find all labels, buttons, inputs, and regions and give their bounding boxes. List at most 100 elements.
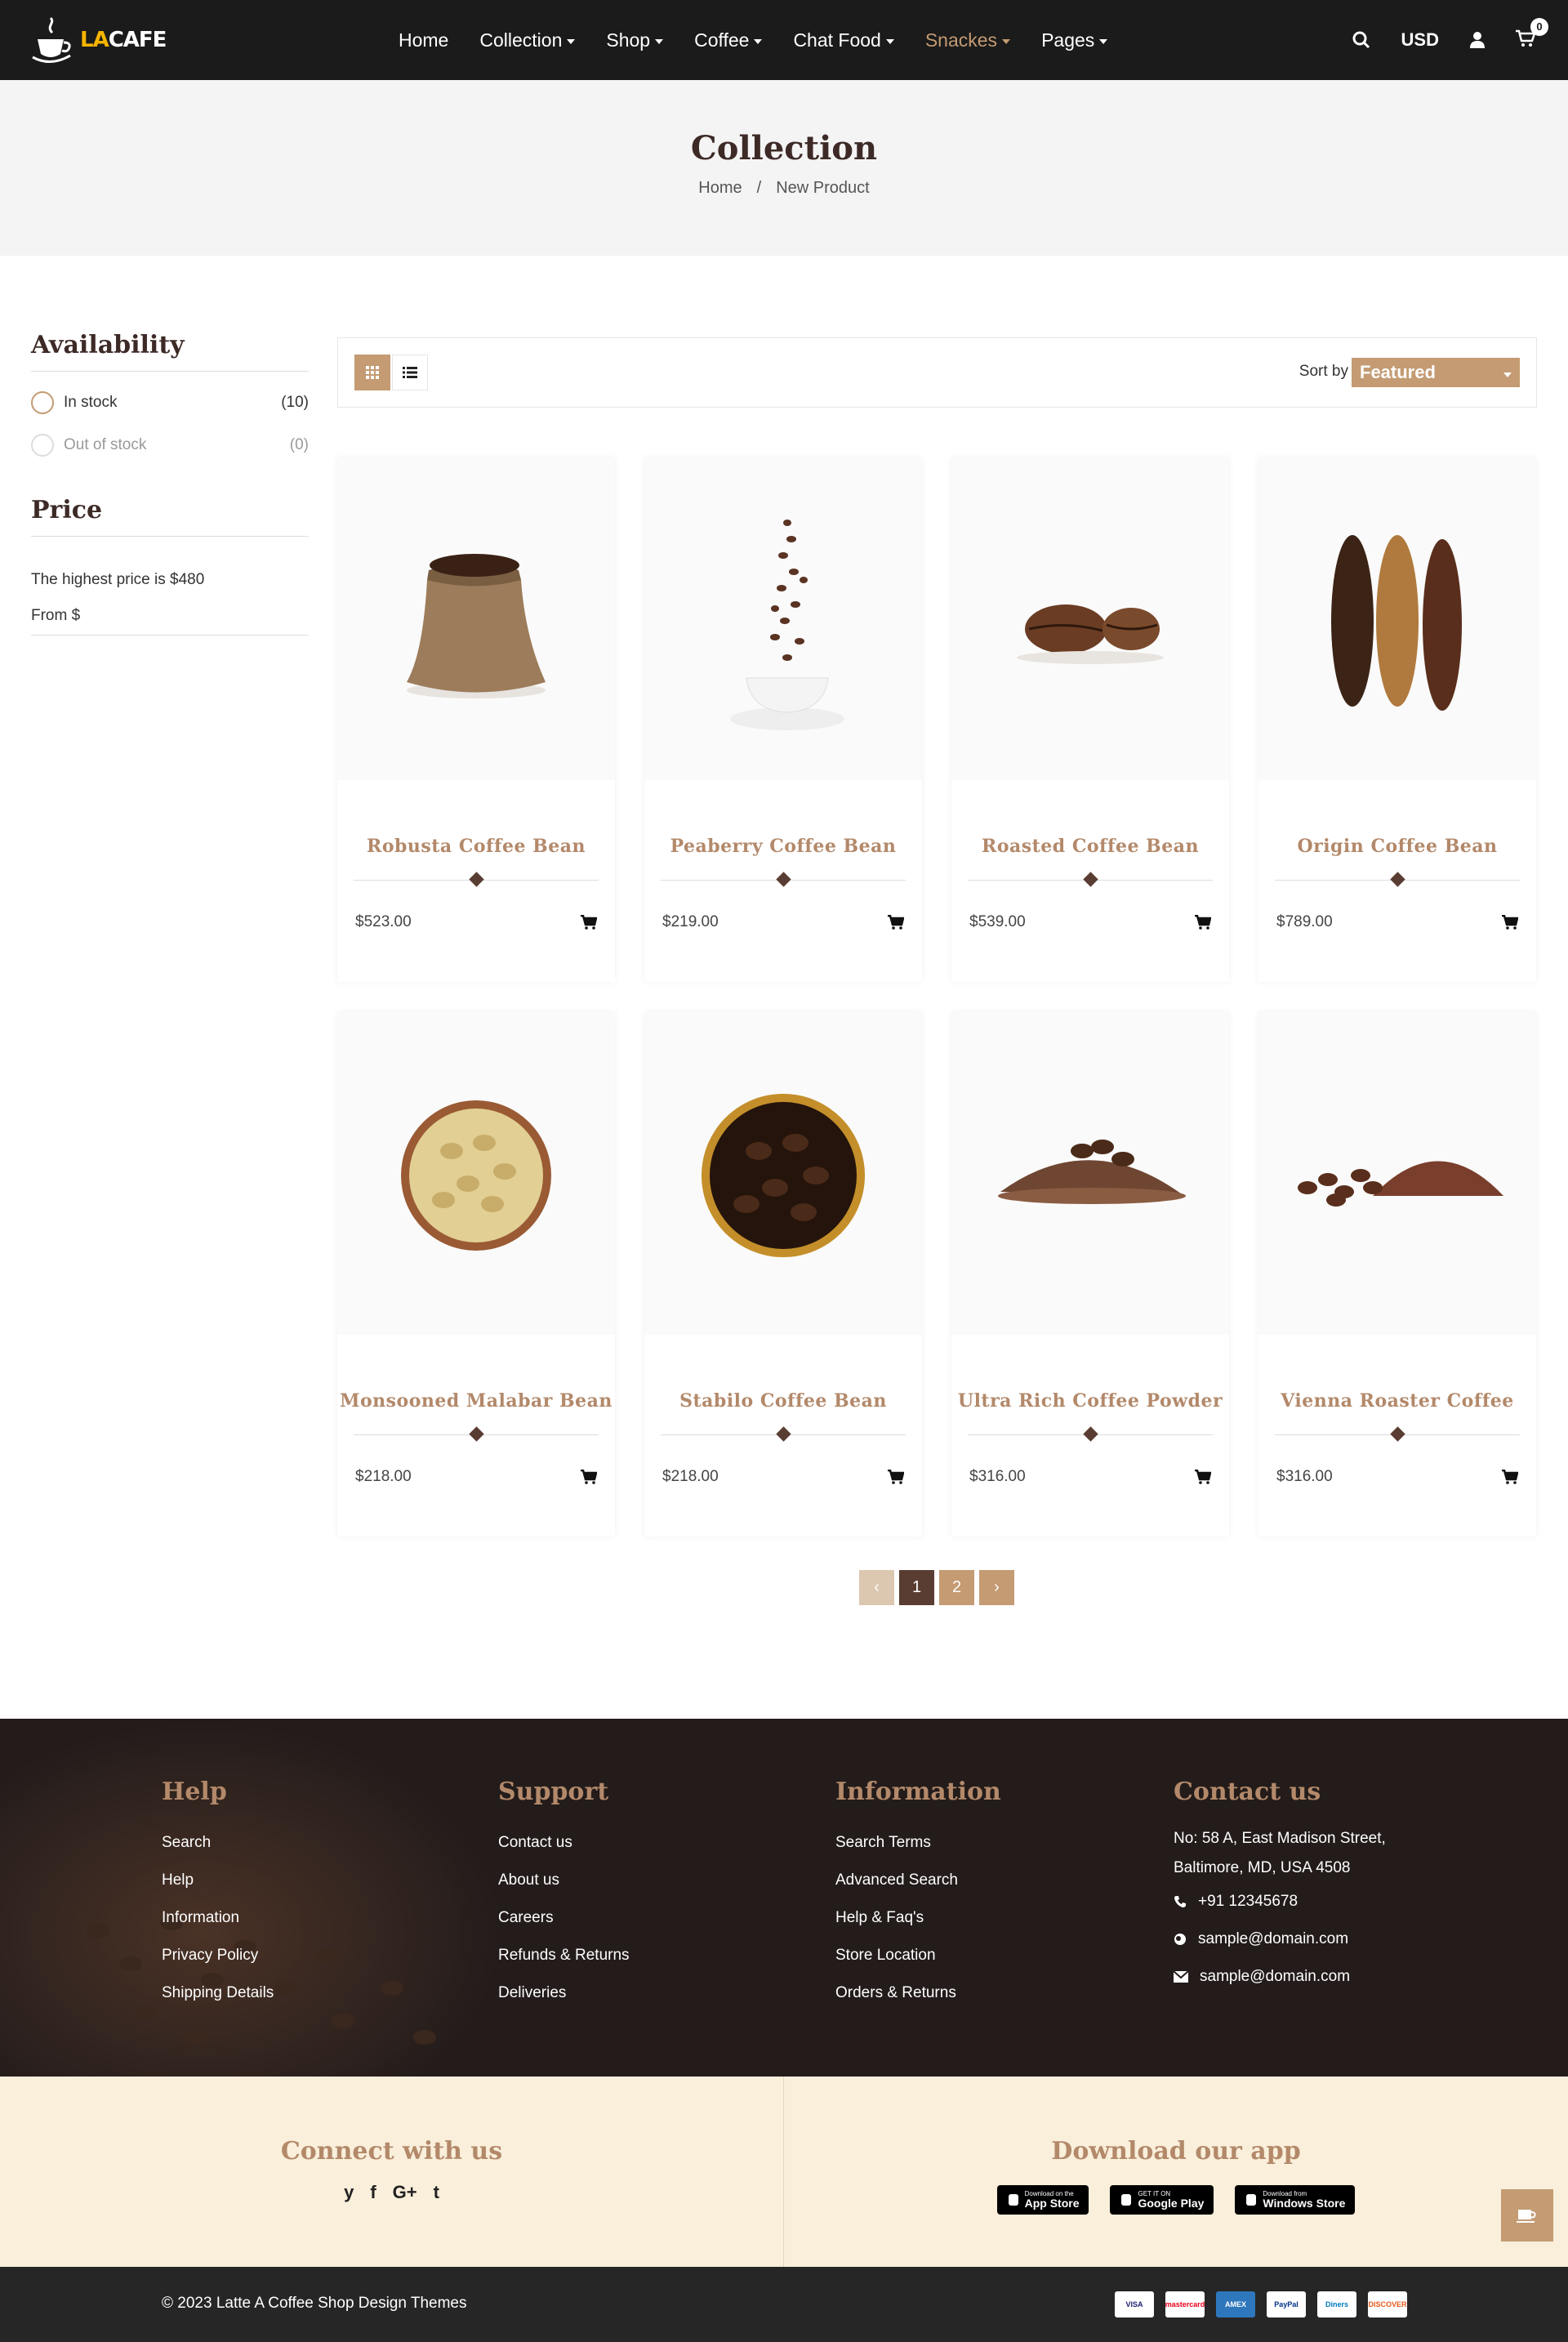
availability-heading: Availability bbox=[31, 331, 309, 372]
nav-item-home[interactable]: Home bbox=[399, 29, 448, 51]
pagination-prev-button[interactable]: ‹ bbox=[859, 1570, 894, 1605]
cart-button[interactable]: 0 bbox=[1516, 17, 1548, 51]
add-to-cart-icon[interactable] bbox=[581, 915, 597, 930]
footer-link[interactable]: Information bbox=[162, 1899, 274, 1937]
footer-link[interactable]: Shipping Details bbox=[162, 1974, 274, 2012]
in-stock-radio[interactable] bbox=[31, 391, 54, 414]
google-plus-icon[interactable]: G+ bbox=[393, 2182, 417, 2203]
footer-link[interactable]: Help & Faq's bbox=[835, 1899, 1001, 1937]
footer-link[interactable]: Store Location bbox=[835, 1937, 1001, 1974]
nav-item-pages[interactable]: Pages bbox=[1041, 29, 1108, 51]
add-to-cart-icon[interactable] bbox=[1502, 915, 1518, 930]
add-to-cart-icon[interactable] bbox=[1195, 1470, 1211, 1484]
site-logo[interactable]: LACAFE bbox=[31, 15, 167, 65]
footer-link[interactable]: Careers bbox=[498, 1899, 630, 1937]
nav-item-label: Snackes bbox=[924, 29, 998, 51]
product-name[interactable]: Robusta Coffee Bean bbox=[337, 836, 615, 857]
footer-link[interactable]: Refunds & Returns bbox=[498, 1937, 630, 1974]
product-card[interactable]: Ultra Rich Coffee Powder $316.00 bbox=[951, 1012, 1229, 1537]
product-name[interactable]: Peaberry Coffee Bean bbox=[644, 836, 922, 857]
product-image[interactable] bbox=[1258, 457, 1536, 780]
product-image[interactable] bbox=[337, 1012, 615, 1335]
footer-link[interactable]: Contact us bbox=[498, 1824, 630, 1862]
product-card[interactable]: Roasted Coffee Bean $539.00 bbox=[951, 457, 1229, 982]
pagination-page-1[interactable]: 1 bbox=[899, 1570, 934, 1605]
footer-column-help: Help Search Help Information Privacy Policy S… bbox=[162, 1778, 274, 2012]
add-to-cart-icon[interactable] bbox=[888, 915, 904, 930]
product-image[interactable] bbox=[644, 1012, 922, 1335]
breadcrumb-home-link[interactable]: Home bbox=[698, 179, 742, 198]
footer-column-heading: Information bbox=[835, 1778, 1001, 1806]
product-divider bbox=[1275, 1426, 1520, 1442]
search-icon[interactable] bbox=[1352, 31, 1370, 49]
app-badge-google-play[interactable]: GET IT ON Google Play bbox=[1110, 2185, 1214, 2215]
phone-icon bbox=[1174, 1896, 1186, 1907]
nav-item-label: Shop bbox=[606, 29, 651, 51]
product-name[interactable]: Origin Coffee Bean bbox=[1258, 836, 1536, 857]
powder-pile-image bbox=[998, 1140, 1186, 1204]
footer-link[interactable]: Search Terms bbox=[835, 1824, 1001, 1862]
add-to-cart-icon[interactable] bbox=[1195, 915, 1211, 930]
globe-icon bbox=[1174, 1934, 1186, 1945]
product-name[interactable]: Roasted Coffee Bean bbox=[951, 836, 1229, 857]
footer-link[interactable]: Privacy Policy bbox=[162, 1937, 274, 1974]
add-to-cart-icon[interactable] bbox=[581, 1470, 597, 1484]
product-card[interactable]: Vienna Roaster Coffee $316.00 bbox=[1258, 1012, 1536, 1537]
footer-link[interactable]: Help bbox=[162, 1862, 274, 1899]
product-price: $539.00 bbox=[969, 913, 1026, 930]
product-name[interactable]: Vienna Roaster Coffee bbox=[1258, 1390, 1536, 1412]
product-image[interactable] bbox=[1258, 1012, 1536, 1335]
product-name[interactable]: Monsooned Malabar Bean bbox=[337, 1390, 615, 1412]
payment-diners-icon: Diners bbox=[1317, 2291, 1356, 2317]
product-name[interactable]: Stabilo Coffee Bean bbox=[644, 1390, 922, 1412]
contact-email-1[interactable]: sample@domain.com bbox=[1174, 1920, 1386, 1958]
tumblr-icon[interactable]: t bbox=[434, 2182, 439, 2203]
app-badge-windows-store[interactable]: Download from Windows Store bbox=[1235, 2185, 1356, 2215]
footer-link[interactable]: About us bbox=[498, 1862, 630, 1899]
product-image[interactable] bbox=[951, 1012, 1229, 1335]
chat-button[interactable] bbox=[1501, 2189, 1553, 2242]
footer-link[interactable]: Deliveries bbox=[498, 1974, 630, 2012]
nav-item-shop[interactable]: Shop bbox=[606, 29, 664, 51]
currency-selector[interactable]: USD bbox=[1401, 29, 1439, 51]
product-footer: $316.00 bbox=[1276, 1468, 1518, 1486]
out-of-stock-radio[interactable] bbox=[31, 434, 54, 457]
pagination-next-button[interactable]: › bbox=[979, 1570, 1014, 1605]
list-view-button[interactable] bbox=[392, 355, 428, 390]
footer-link[interactable]: Orders & Returns bbox=[835, 1974, 1001, 2012]
footer-link[interactable]: Advanced Search bbox=[835, 1862, 1001, 1899]
user-icon[interactable] bbox=[1470, 32, 1485, 48]
grid-view-button[interactable] bbox=[354, 355, 390, 390]
nav-item-collection[interactable]: Collection bbox=[479, 29, 576, 51]
app-badge-app-store[interactable]: Download on the App Store bbox=[996, 2185, 1089, 2215]
product-price: $316.00 bbox=[969, 1468, 1026, 1485]
sort-select[interactable]: Featured bbox=[1352, 358, 1520, 387]
filter-in-stock[interactable]: In stock (10) bbox=[31, 391, 309, 414]
contact-phone[interactable]: +91 12345678 bbox=[1174, 1883, 1386, 1920]
powder-and-beans-image bbox=[1298, 1161, 1503, 1207]
product-image[interactable] bbox=[644, 457, 922, 780]
price-heading: Price bbox=[31, 496, 309, 537]
product-card[interactable]: Peaberry Coffee Bean $219.00 bbox=[644, 457, 922, 982]
chevron-down-icon bbox=[1503, 372, 1512, 377]
contact-email-2[interactable]: sample@domain.com bbox=[1174, 1958, 1386, 1996]
product-card[interactable]: Monsooned Malabar Bean $218.00 bbox=[337, 1012, 615, 1537]
footer-link[interactable]: Search bbox=[162, 1824, 274, 1862]
price-from-input[interactable]: From $ bbox=[31, 607, 309, 636]
product-card[interactable]: Robusta Coffee Bean $523.00 bbox=[337, 457, 615, 982]
out-of-stock-count: (0) bbox=[289, 436, 309, 453]
add-to-cart-icon[interactable] bbox=[888, 1470, 904, 1484]
product-card[interactable]: Stabilo Coffee Bean $218.00 bbox=[644, 1012, 922, 1537]
filter-out-of-stock[interactable]: Out of stock (0) bbox=[31, 434, 309, 457]
product-card[interactable]: Origin Coffee Bean $789.00 bbox=[1258, 457, 1536, 982]
product-name[interactable]: Ultra Rich Coffee Powder bbox=[951, 1390, 1229, 1412]
add-to-cart-icon[interactable] bbox=[1502, 1470, 1518, 1484]
nav-item-coffee[interactable]: Coffee bbox=[694, 29, 763, 51]
product-image[interactable] bbox=[951, 457, 1229, 780]
product-image[interactable] bbox=[337, 457, 615, 780]
nav-item-snackes[interactable]: Snackes bbox=[924, 29, 1011, 51]
twitter-icon[interactable]: y bbox=[344, 2182, 354, 2203]
nav-item-chat-food[interactable]: Chat Food bbox=[793, 29, 894, 51]
pagination-page-2[interactable]: 2 bbox=[939, 1570, 974, 1605]
facebook-icon[interactable]: f bbox=[370, 2182, 376, 2203]
